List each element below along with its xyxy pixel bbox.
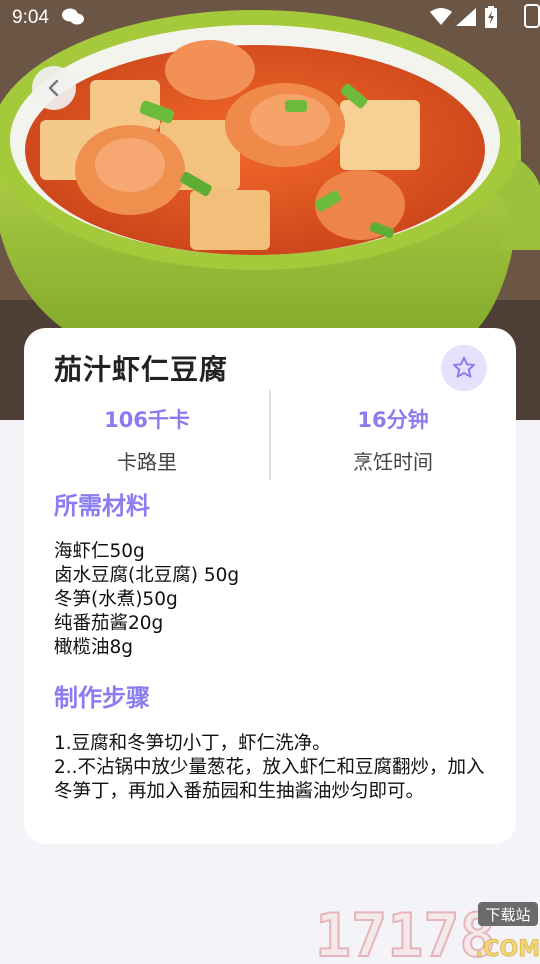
signal-icon [456,8,476,31]
star-icon [452,356,476,378]
chevron-left-icon [48,79,59,97]
ingredients-heading: 所需材料 [54,492,150,520]
ingredient-item: 卤水豆腐(北豆腐) 50g [54,565,240,586]
calories-stat: 106千卡 卡路里 [24,390,270,475]
watermark-number: 17178 [315,901,496,960]
steps-list: 1.豆腐和冬笋切小丁，虾仁洗净。 2..不沾锅中放少量葱花，放入虾仁和豆腐翻炒，… [54,732,494,804]
watermark-suffix: .COM [475,937,540,960]
status-time: 9:04 [12,7,49,28]
ingredient-item: 橄榄油8g [54,637,134,658]
cooking-time-stat: 16分钟 烹饪时间 [270,390,516,475]
wechat-icon [62,8,84,31]
status-bar: 9:04 [0,0,540,36]
calories-label: 卡路里 [117,450,177,474]
cooking-time-value: 16分钟 [357,408,429,432]
screen-edge-icon [524,4,540,33]
recipe-title: 茄汁虾仁豆腐 [54,353,229,386]
back-button[interactable] [32,66,76,110]
battery-icon [485,6,497,33]
favorite-button[interactable] [441,345,487,391]
ingredients-list: 海虾仁50g 卤水豆腐(北豆腐) 50g 冬笋(水煮)50g 纯番茄酱20g 橄… [54,540,239,660]
step-item: 2..不沾锅中放少量葱花，放入虾仁和豆腐翻炒，加入冬笋丁，再加入番茄园和生抽酱油… [54,757,485,802]
steps-heading: 制作步骤 [54,684,150,712]
calories-value: 106千卡 [104,408,190,432]
recipe-card: 茄汁虾仁豆腐 106千卡 卡路里 16分钟 烹饪时间 所需材料 海虾仁50g 卤… [24,328,516,844]
watermark-badge: 下载站 [485,906,530,924]
step-item: 1.豆腐和冬笋切小丁，虾仁洗净。 [54,733,331,754]
cooking-time-label: 烹饪时间 [353,450,433,474]
ingredient-item: 冬笋(水煮)50g [54,589,178,610]
watermark-logo: 17178 下载站 .COM [314,898,540,964]
wifi-icon [430,8,452,31]
stats-divider [269,390,271,480]
ingredient-item: 纯番茄酱20g [54,613,164,634]
ingredient-item: 海虾仁50g [54,541,145,562]
